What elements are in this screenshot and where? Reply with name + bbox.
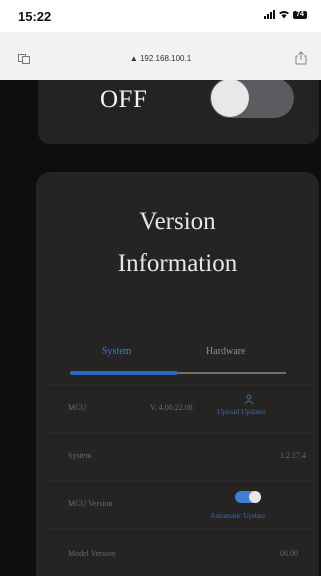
auto-update-toggle-knob — [249, 491, 261, 503]
status-bar: 15:22 74 — [0, 0, 321, 32]
info-row-mcu-version: MCU Version Automatic Update — [42, 480, 313, 529]
info-row-system: System 1.2.17.4 — [42, 432, 313, 481]
row-label: System — [68, 451, 92, 460]
share-icon[interactable] — [295, 51, 307, 65]
power-toggle[interactable] — [210, 80, 294, 118]
row-value: 1.2.17.4 — [280, 451, 306, 460]
tab-active-indicator — [70, 371, 178, 375]
row-label: MCU Version — [68, 499, 113, 508]
row-label: Model Version — [68, 549, 116, 558]
status-time: 15:22 — [18, 9, 52, 24]
row-value: V. 4.00.22.08 — [150, 403, 193, 412]
browser-address-bar[interactable]: ▲ 192.168.100.1 — [0, 32, 321, 80]
row-value: 06.00 — [280, 549, 298, 558]
tab-system[interactable]: System — [102, 346, 131, 357]
automatic-update-label: Automatic Update — [210, 511, 266, 520]
info-row-mcu: MCU V. 4.00.22.08 Upload Updates — [42, 384, 313, 433]
battery-icon: 74 — [293, 11, 307, 19]
tab-hardware[interactable]: Hardware — [206, 346, 245, 357]
version-info-card: Version Information System Hardware MCU … — [36, 172, 319, 576]
power-toggle-knob — [211, 80, 249, 117]
signal-icon — [264, 10, 275, 19]
wifi-icon — [279, 11, 289, 19]
row-label: MCU — [68, 403, 87, 412]
upload-icon[interactable] — [244, 394, 254, 404]
upload-updates-link[interactable]: Upload Updates — [217, 407, 266, 416]
power-card: OFF — [38, 80, 319, 144]
power-state-label: OFF — [100, 86, 148, 113]
web-page: OFF Version Information System Hardware … — [0, 80, 321, 576]
status-icons: 74 — [264, 10, 307, 19]
card-title-line2: Information — [117, 250, 238, 277]
url-text[interactable]: ▲ 192.168.100.1 — [0, 54, 321, 63]
auto-update-toggle[interactable] — [235, 491, 261, 503]
info-row-model-version: Model Version 06.00 — [42, 528, 313, 576]
card-title-line1: Version — [139, 208, 216, 235]
